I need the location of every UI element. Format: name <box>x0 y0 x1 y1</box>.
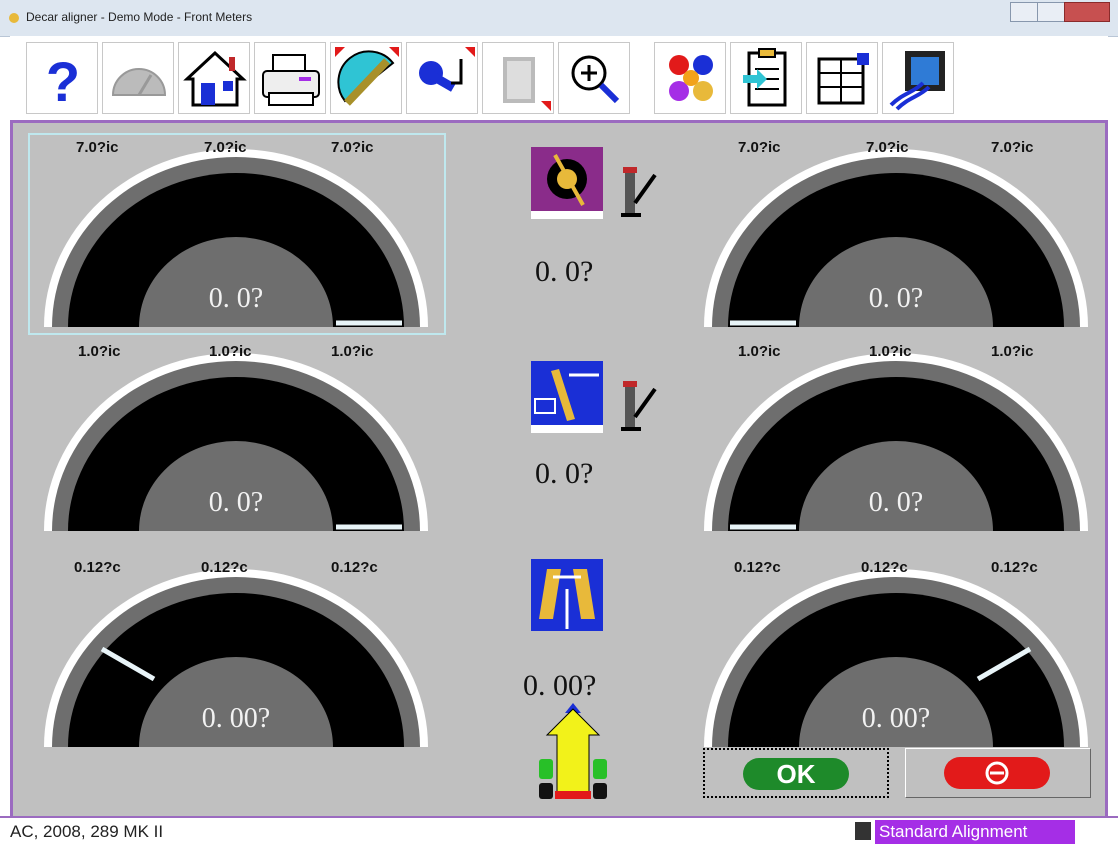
cancel-pill <box>944 757 1050 789</box>
scale-label-center: 1.0?ic <box>209 343 252 360</box>
status-bar: AC, 2008, 289 MK II Standard Alignment <box>0 816 1118 846</box>
scale-label-center: 0.12?c <box>201 559 248 576</box>
scale-label-left: 0.12?c <box>734 559 781 576</box>
ok-button[interactable]: OK <box>703 748 889 798</box>
table-button[interactable] <box>806 42 878 114</box>
svg-text:?: ? <box>46 50 80 113</box>
meter-value: 0. 0? <box>208 487 264 518</box>
gauge-icon <box>111 68 167 96</box>
lift-jack-icon <box>621 167 657 217</box>
meter-top-right[interactable]: 7.0?ic 7.0?ic 7.0?ic 0. 0? <box>686 133 1106 333</box>
meter-value: 0. 0? <box>868 283 924 314</box>
sai-icon[interactable] <box>529 359 605 435</box>
caster-wheel-icon[interactable] <box>529 145 605 221</box>
toolbar: ? <box>10 36 1108 120</box>
scale-label-center: 1.0?ic <box>869 343 912 360</box>
adjust-button[interactable] <box>330 42 402 114</box>
sequence-button[interactable] <box>654 42 726 114</box>
scale-label-center: 7.0?ic <box>866 139 909 156</box>
clipboard-icon <box>743 48 787 107</box>
help-icon: ? <box>46 50 80 113</box>
meter-mid-left[interactable]: 1.0?ic 1.0?ic 1.0?ic 0. 0? <box>26 337 446 537</box>
clipboard-button[interactable] <box>730 42 802 114</box>
maximize-button[interactable] <box>1037 2 1065 22</box>
setback-value: 0. 00? <box>523 669 597 702</box>
meter-value: 0. 0? <box>208 283 264 314</box>
app-icon <box>9 13 19 23</box>
scale-label-right: 1.0?ic <box>331 343 374 360</box>
window-controls <box>1010 2 1110 22</box>
scale-label-left: 7.0?ic <box>738 139 781 156</box>
cancel-icon <box>985 761 1009 785</box>
meter-value: 0. 00? <box>201 703 271 734</box>
film-icon <box>503 57 551 111</box>
lift-jack-icon <box>621 381 657 431</box>
vehicle-info: AC, 2008, 289 MK II <box>10 822 164 841</box>
equipment-icon <box>889 51 945 111</box>
scale-label-right: 0.12?c <box>331 559 378 576</box>
table-icon <box>817 53 869 105</box>
caster-value: 0. 0? <box>535 255 594 288</box>
film-button[interactable] <box>482 42 554 114</box>
close-button[interactable] <box>1064 2 1110 22</box>
sai-value: 0. 0? <box>535 457 594 490</box>
scale-label-right: 1.0?ic <box>991 343 1034 360</box>
molecule-icon <box>669 55 713 101</box>
cancel-button[interactable] <box>905 748 1091 798</box>
grid-icon <box>855 822 871 840</box>
scale-label-right: 0.12?c <box>991 559 1038 576</box>
minimize-button[interactable] <box>1010 2 1038 22</box>
scale-label-center: 0.12?c <box>861 559 908 576</box>
tools-button[interactable] <box>406 42 478 114</box>
meter-mid-right[interactable]: 1.0?ic 1.0?ic 1.0?ic 0. 0? <box>686 337 1106 537</box>
help-button[interactable]: ? <box>26 42 98 114</box>
gauge-button[interactable] <box>102 42 174 114</box>
meter-top-left[interactable]: 7.0?ic 7.0?ic 7.0?ic 0. 0? <box>26 133 446 333</box>
printer-icon <box>262 54 320 106</box>
meter-value: 0. 0? <box>868 487 924 518</box>
meters-panel: 7.0?ic 7.0?ic 7.0?ic 0. 0? 7.0?ic 7.0?ic… <box>10 120 1108 816</box>
setback-icon[interactable] <box>531 559 603 631</box>
scale-label-left: 1.0?ic <box>78 343 121 360</box>
scale-label-left: 1.0?ic <box>738 343 781 360</box>
ok-label: OK <box>743 758 849 790</box>
wrench-icon <box>419 47 475 92</box>
zoom-in-icon <box>571 55 620 104</box>
equipment-button[interactable] <box>882 42 954 114</box>
home-icon <box>183 50 247 107</box>
scale-label-center: 7.0?ic <box>204 139 247 156</box>
title-bar: Decar aligner - Demo Mode - Front Meters <box>0 0 1118 37</box>
scale-label-right: 7.0?ic <box>991 139 1034 156</box>
scale-label-left: 0.12?c <box>74 559 121 576</box>
meter-bottom-right[interactable]: 0.12?c 0.12?c 0.12?c 0. 00? <box>686 553 1106 753</box>
meter-value: 0. 00? <box>861 703 931 734</box>
window-title: Decar aligner - Demo Mode - Front Meters <box>26 10 253 24</box>
vehicle-icon <box>539 703 607 799</box>
scale-label-right: 7.0?ic <box>331 139 374 156</box>
print-button[interactable] <box>254 42 326 114</box>
zoom-button[interactable] <box>558 42 630 114</box>
home-button[interactable] <box>178 42 250 114</box>
scale-label-left: 7.0?ic <box>76 139 119 156</box>
alignment-mode: Standard Alignment <box>875 820 1075 844</box>
meter-bottom-left[interactable]: 0.12?c 0.12?c 0.12?c 0. 00? <box>26 553 446 753</box>
protractor-icon <box>335 47 399 106</box>
